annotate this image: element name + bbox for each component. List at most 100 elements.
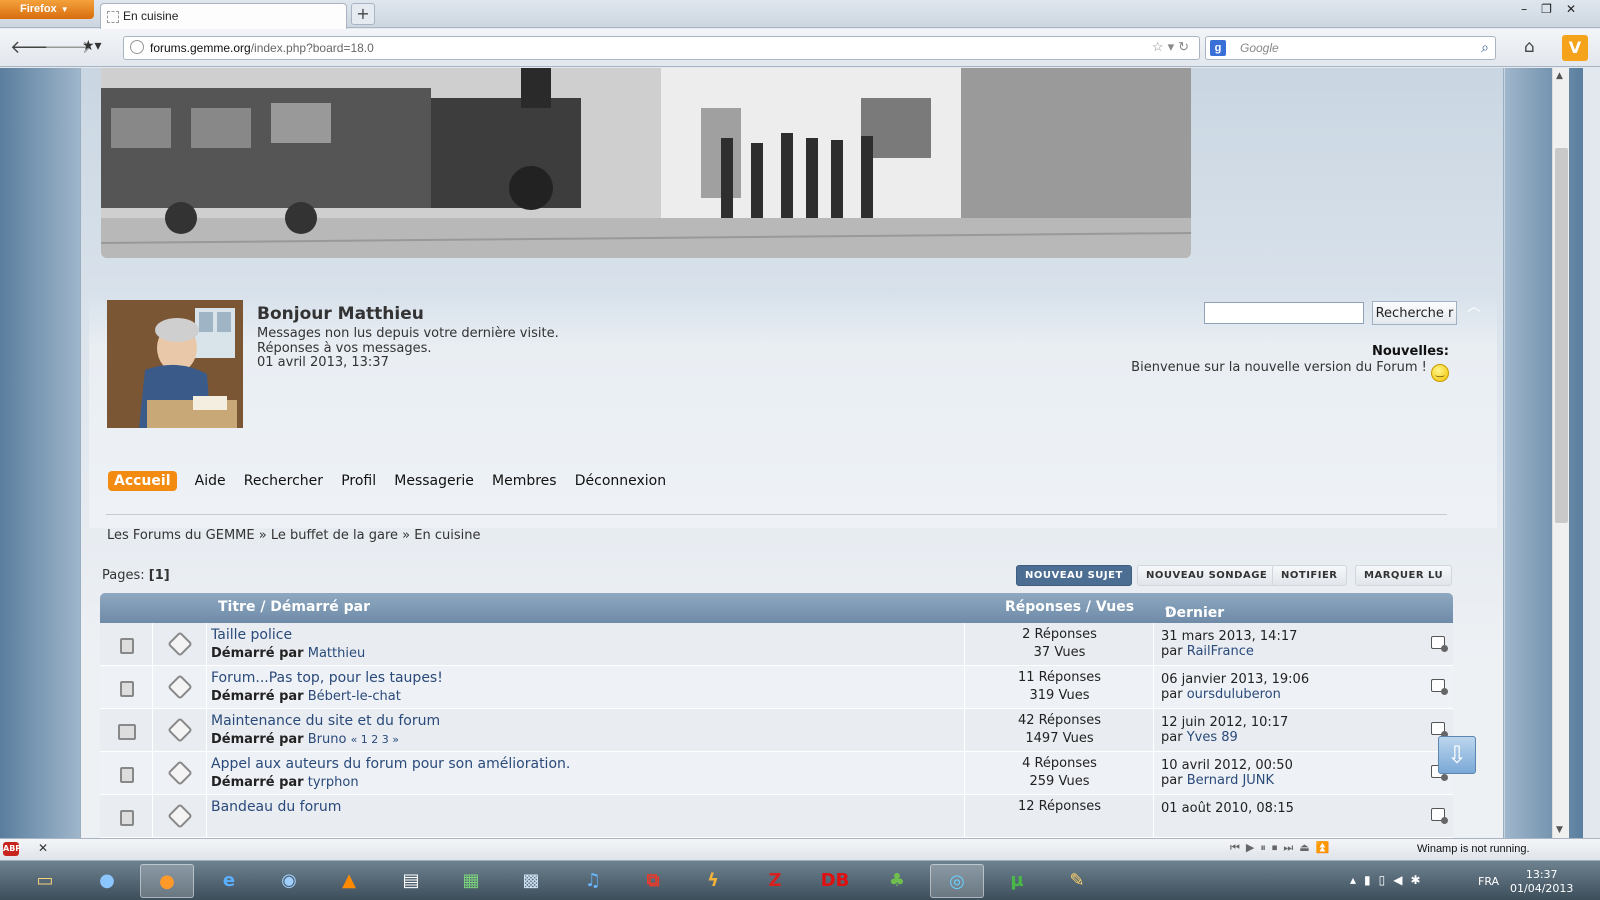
google-icon[interactable]: g	[1210, 40, 1226, 56]
signal-icon[interactable]: ▮	[1364, 873, 1379, 887]
notify-button[interactable]: NOTIFIER	[1272, 565, 1347, 586]
writer-icon[interactable]: ▤	[384, 864, 438, 898]
last-poster-link[interactable]: RailFrance	[1187, 644, 1254, 659]
scroll-up-icon[interactable]: ▲	[1556, 71, 1563, 81]
menu-item-deconnexion[interactable]: Déconnexion	[575, 471, 666, 491]
forum-search-input[interactable]	[1204, 302, 1364, 324]
by-label: par	[1161, 730, 1183, 745]
goto-last-post-icon[interactable]	[1431, 722, 1448, 738]
topic-author-link[interactable]: Bébert-le-chat	[308, 689, 401, 704]
menu-item-profil[interactable]: Profil	[341, 471, 376, 491]
tab-en-cuisine[interactable]: En cuisine	[100, 3, 347, 29]
paint-icon[interactable]: ✎	[1050, 864, 1104, 898]
firefox-taskbar-icon[interactable]: ●	[140, 864, 194, 898]
table-row[interactable]: Forum...Pas top, pour les taupes! Démarr…	[100, 666, 1453, 709]
download-arrow-icon[interactable]: ⇩	[1438, 736, 1476, 774]
menu-item-messagerie[interactable]: Messagerie	[394, 471, 474, 491]
winamp-controls[interactable]: ⏮▶⏸⏹⏭⏏⏫	[1230, 841, 1335, 855]
db-icon[interactable]: DB	[808, 864, 862, 898]
topic-title-link[interactable]: Maintenance du site et du forum	[211, 713, 440, 729]
last-poster-link[interactable]: oursduluberon	[1187, 687, 1281, 702]
goto-last-post-icon[interactable]	[1431, 679, 1448, 695]
minimize-icon[interactable]: –	[1521, 2, 1541, 16]
filezilla-icon[interactable]: Z	[748, 864, 802, 898]
new-poll-button[interactable]: NOUVEAU SONDAGE	[1137, 565, 1277, 586]
calc-spreadsheet-icon[interactable]: ▦	[444, 864, 498, 898]
internet-explorer-icon[interactable]: e	[202, 864, 256, 898]
search-button[interactable]: Recherche r	[1372, 301, 1457, 325]
new-topic-button[interactable]: NOUVEAU SUJET	[1016, 565, 1132, 586]
home-icon[interactable]: ⌂	[1524, 37, 1535, 57]
topic-author-link[interactable]: Bruno	[308, 732, 347, 747]
star-icon[interactable]: ☆	[1152, 39, 1168, 54]
magnifier-icon[interactable]: ⌕	[1481, 39, 1489, 56]
restore-icon[interactable]: ❐	[1541, 2, 1566, 16]
firefox-menu-button[interactable]: Firefox ▼	[0, 0, 94, 19]
topic-title-link[interactable]: Taille police	[211, 627, 292, 643]
menu-item-accueil[interactable]: Accueil	[108, 471, 177, 491]
itunes-icon[interactable]: ♫	[566, 864, 620, 898]
url-bar[interactable]: forums.gemme.org/index.php?board=18.0 ☆▾…	[123, 36, 1200, 60]
scroll-down-icon[interactable]: ▼	[1556, 825, 1563, 835]
goto-last-post-icon[interactable]	[1431, 636, 1448, 652]
new-tab-button[interactable]: +	[351, 3, 375, 25]
adblock-icon[interactable]: ABP	[3, 842, 21, 856]
topic-page-links[interactable]: « 1 2 3 »	[351, 733, 399, 746]
network-icon[interactable]: ▯	[1379, 873, 1394, 887]
close-icon[interactable]: ✕	[1566, 2, 1590, 16]
extension-v-icon[interactable]: V	[1562, 35, 1588, 61]
menu-item-aide[interactable]: Aide	[195, 471, 226, 491]
topic-title-link[interactable]: Bandeau du forum	[211, 799, 341, 815]
breadcrumb-category[interactable]: Le buffet de la gare	[271, 528, 398, 543]
volume-icon[interactable]: ◀	[1393, 873, 1410, 887]
winamp-icon[interactable]: ϟ	[686, 864, 740, 898]
topic-title-link[interactable]: Forum...Pas top, pour les taupes!	[211, 670, 443, 686]
last-post-cell: 01 août 2010, 08:15	[1155, 795, 1453, 837]
vertical-scrollbar[interactable]: ▲ ▼	[1552, 68, 1569, 838]
scrollbar-thumb[interactable]	[1555, 148, 1568, 523]
topic-title-link[interactable]: Appel aux auteurs du forum pour son amél…	[211, 756, 570, 772]
column-title[interactable]: Titre / Démarré par	[218, 599, 370, 615]
menu-item-rechercher[interactable]: Rechercher	[244, 471, 323, 491]
mark-read-button[interactable]: MARQUER LU	[1355, 565, 1453, 586]
topic-title-cell: Taille police Démarré par Matthieu	[208, 623, 965, 665]
acrobat-icon[interactable]: ⧉	[626, 864, 680, 898]
show-hidden-icon[interactable]: ▴	[1350, 873, 1364, 887]
utorrent-icon[interactable]: µ	[990, 864, 1044, 898]
column-replies[interactable]: Réponses / Vues	[1005, 599, 1134, 615]
game-icon[interactable]: ♣	[870, 864, 924, 898]
bookmarks-menu-icon[interactable]: ★▾	[82, 38, 108, 56]
update-icon[interactable]: ✱	[1410, 873, 1428, 887]
clock[interactable]: 13:37 01/04/2013	[1510, 868, 1573, 896]
unread-messages-link[interactable]: Messages non lus depuis votre dernière v…	[257, 326, 559, 341]
breadcrumb-board[interactable]: En cuisine	[414, 528, 480, 543]
replies-link[interactable]: Réponses à vos messages.	[257, 341, 432, 356]
topic-author-link[interactable]: tyrphon	[308, 775, 359, 790]
collapse-icon[interactable]: ︿	[1467, 296, 1481, 316]
topic-status-cell	[100, 666, 153, 708]
sticky-icon	[167, 803, 193, 829]
breadcrumb-home[interactable]: Les Forums du GEMME	[107, 528, 255, 543]
winamp-status: Winamp is not running.	[1417, 843, 1530, 855]
media-player-icon[interactable]: ◎	[930, 864, 984, 898]
last-poster-link[interactable]: Bernard JUNK	[1187, 773, 1274, 788]
language-indicator[interactable]: FRA	[1478, 875, 1499, 888]
topic-author-link[interactable]: Matthieu	[308, 646, 365, 661]
calculator-icon[interactable]: ▩	[504, 864, 558, 898]
table-row[interactable]: Bandeau du forum 12 Réponses 01 août 201…	[100, 795, 1453, 838]
table-row[interactable]: Taille police Démarré par Matthieu 2 Rép…	[100, 623, 1453, 666]
menu-item-membres[interactable]: Membres	[492, 471, 557, 491]
search-bar[interactable]: g Google ⌕	[1205, 36, 1496, 60]
last-poster-link[interactable]: Yves 89	[1187, 730, 1238, 745]
goto-last-post-icon[interactable]	[1431, 808, 1448, 824]
dropdown-icon[interactable]: ▾	[1168, 39, 1179, 54]
vlc-icon[interactable]: ▲	[322, 864, 376, 898]
reload-icon[interactable]: ↻	[1178, 39, 1193, 54]
thunderbird-icon[interactable]: ●	[80, 864, 134, 898]
close-addon-bar-icon[interactable]: ✕	[38, 841, 48, 855]
table-row[interactable]: Appel aux auteurs du forum pour son amél…	[100, 752, 1453, 795]
view-count: 259 Vues	[1029, 774, 1090, 789]
table-row[interactable]: Maintenance du site et du forum Démarré …	[100, 709, 1453, 752]
google-earth-icon[interactable]: ◉	[262, 864, 316, 898]
explorer-folder-icon[interactable]: ▭	[18, 864, 72, 898]
